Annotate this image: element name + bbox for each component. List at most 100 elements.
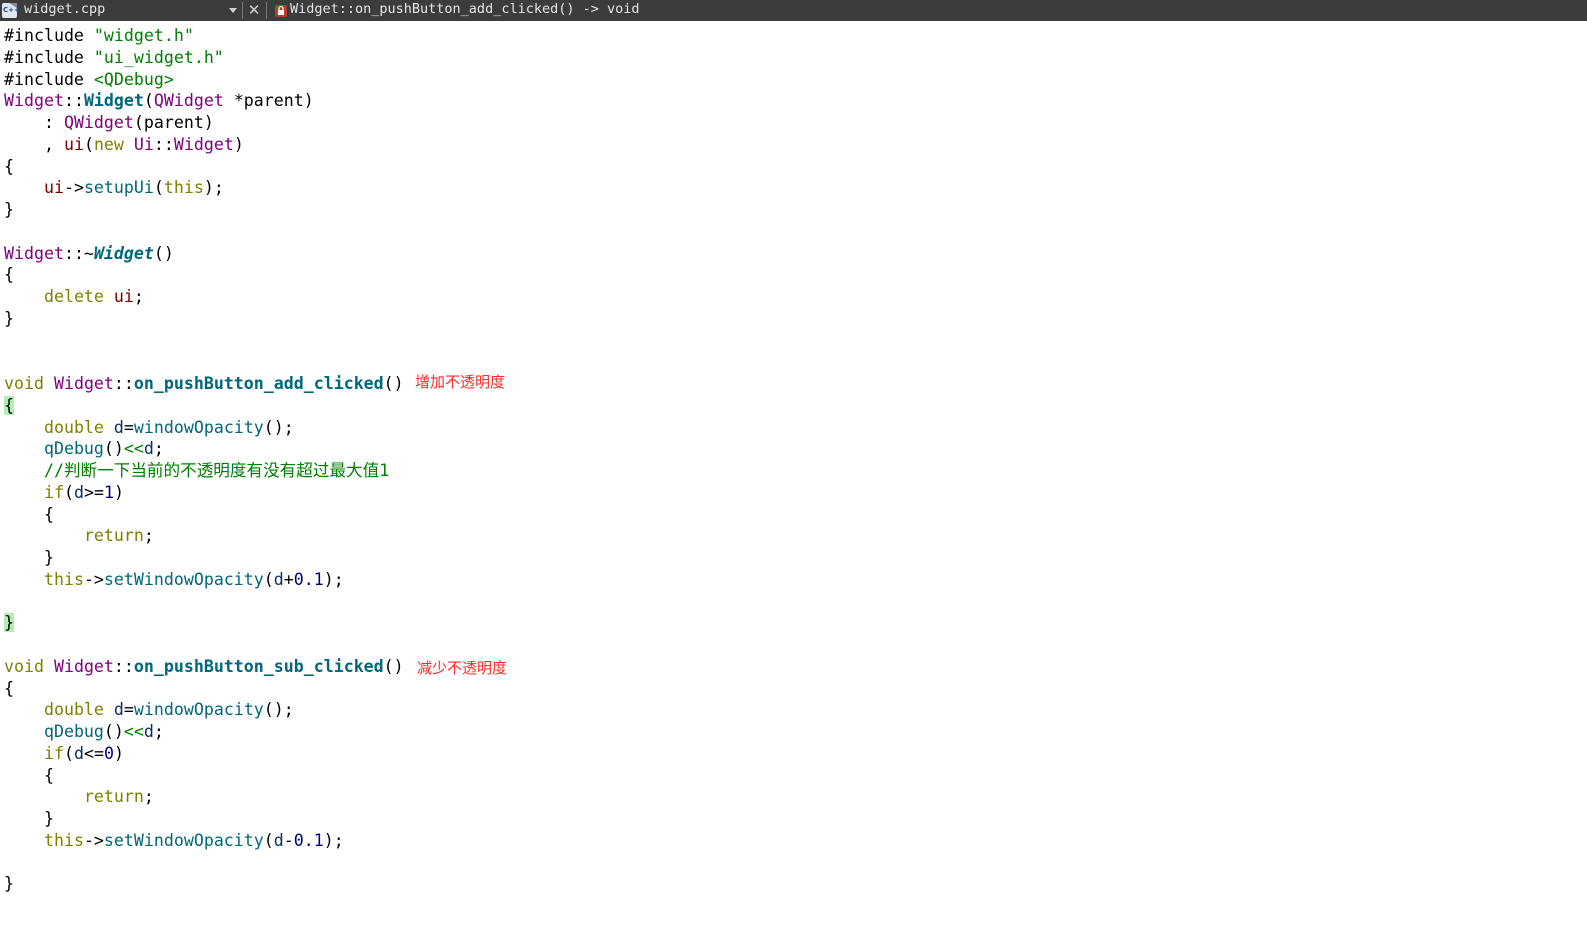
code-line[interactable]: //判断一下当前的不透明度有没有超过最大值1 <box>4 460 389 481</box>
code-token: on_pushButton_add_clicked <box>133 374 384 393</box>
code-token: :: <box>113 656 134 676</box>
code-token: ; <box>153 722 164 741</box>
close-icon[interactable]: ✕ <box>247 1 261 19</box>
code-token: ( <box>263 830 274 850</box>
code-line[interactable]: return; <box>4 525 154 546</box>
code-token: Ui <box>133 134 154 154</box>
code-line[interactable]: #include <QDebug> <box>4 69 174 90</box>
code-token: } <box>4 548 54 567</box>
code-line[interactable]: #include "ui_widget.h" <box>4 47 224 68</box>
code-line[interactable]: { <box>4 765 54 786</box>
code-line[interactable]: { <box>4 504 54 525</box>
code-line[interactable]: } <box>4 808 54 829</box>
code-line[interactable]: } <box>4 873 14 894</box>
code-token: ; <box>133 287 144 306</box>
code-token: >= <box>83 482 104 502</box>
current-symbol-selector[interactable]: Widget::on_pushButton_add_clicked() -> v… <box>290 1 640 17</box>
code-line[interactable]: { <box>4 678 14 699</box>
code-line[interactable]: , ui(new Ui::Widget) <box>4 134 244 155</box>
code-token: } <box>4 809 54 828</box>
code-token: (); <box>263 700 294 720</box>
code-token: (parent) <box>133 113 214 132</box>
code-editor[interactable]: #include "widget.h" #include "ui_widget.h… <box>0 21 1587 951</box>
code-token: ( <box>83 134 94 154</box>
code-line[interactable]: qDebug()<<d; <box>4 438 164 459</box>
code-token: 0.1 <box>293 569 324 589</box>
code-token: if <box>43 743 64 763</box>
code-token: () <box>153 243 174 263</box>
code-token: <QDebug> <box>93 69 174 89</box>
code-token: -> <box>83 569 104 589</box>
code-token: d <box>113 417 124 437</box>
code-line[interactable]: } <box>4 612 14 633</box>
code-token: ); <box>323 830 344 850</box>
code-token: : <box>4 113 64 132</box>
code-line[interactable]: return; <box>4 786 154 807</box>
code-token: Widget <box>93 243 154 263</box>
code-token: new <box>93 134 124 154</box>
code-line[interactable]: : QWidget(parent) <box>4 112 214 133</box>
code-line[interactable]: Widget::~Widget() <box>4 243 174 264</box>
method-lock-icon <box>275 5 287 17</box>
code-line[interactable]: #include "widget.h" <box>4 25 194 46</box>
file-name[interactable]: widget.cpp <box>24 1 105 17</box>
code-token: } <box>4 308 14 328</box>
code-token: ::~ <box>63 243 94 263</box>
code-token: Widget <box>53 656 114 676</box>
code-line[interactable]: this->setWindowOpacity(d+0.1); <box>4 569 344 590</box>
code-line[interactable]: if(d>=1) <box>4 482 124 503</box>
code-line[interactable]: double d=windowOpacity(); <box>4 699 294 720</box>
code-token: } <box>4 874 14 894</box>
code-line[interactable]: { <box>4 156 14 177</box>
code-token: } <box>4 200 14 219</box>
code-token: 1 <box>103 482 114 502</box>
code-token: d <box>273 569 284 589</box>
code-line[interactable]: double d=windowOpacity(); <box>4 417 294 438</box>
code-line[interactable]: delete ui; <box>4 286 144 307</box>
code-token: ) <box>113 482 124 502</box>
code-token: #include <box>4 69 94 89</box>
code-token: << <box>123 722 144 741</box>
code-line[interactable]: this->setWindowOpacity(d-0.1); <box>4 830 344 851</box>
code-token: ui <box>63 134 84 154</box>
code-line[interactable]: } <box>4 308 14 329</box>
code-token: setWindowOpacity <box>103 569 264 589</box>
code-token: 0.1 <box>293 830 324 850</box>
code-line[interactable]: if(d<=0) <box>4 743 124 764</box>
code-line[interactable]: ui->setupUi(this); <box>4 177 224 198</box>
code-line[interactable]: Widget::Widget(QWidget *parent) <box>4 90 314 111</box>
code-line[interactable]: void Widget::on_pushButton_add_clicked() <box>4 373 404 394</box>
code-token: d <box>73 743 84 763</box>
code-token: windowOpacity <box>133 700 264 720</box>
code-token: () <box>383 374 404 393</box>
toolbar-divider <box>266 2 267 19</box>
code-line[interactable]: { <box>4 264 14 285</box>
code-token: setWindowOpacity <box>103 830 264 850</box>
code-token: = <box>123 700 134 720</box>
code-token: //判断一下当前的不透明度有没有超过最大值1 <box>4 461 390 480</box>
code-token: :: <box>113 374 134 393</box>
code-token: ; <box>143 526 154 546</box>
code-line[interactable]: } <box>4 199 14 220</box>
code-token: "widget.h" <box>93 26 194 45</box>
code-line[interactable]: void Widget::on_pushButton_sub_clicked() <box>4 656 404 677</box>
code-line[interactable]: } <box>4 547 54 568</box>
code-line[interactable]: { <box>4 395 14 416</box>
chevron-down-icon[interactable] <box>229 8 237 13</box>
code-line[interactable]: qDebug()<<d; <box>4 721 164 742</box>
code-token: Widget <box>173 134 234 154</box>
code-token: windowOpacity <box>133 417 264 437</box>
code-token: } <box>4 613 14 633</box>
code-token: << <box>123 439 144 459</box>
code-token: qDebug <box>43 722 104 741</box>
code-token: return <box>83 526 144 546</box>
code-token: () <box>103 439 124 459</box>
code-token: ; <box>153 439 164 459</box>
code-token: - <box>283 830 294 850</box>
